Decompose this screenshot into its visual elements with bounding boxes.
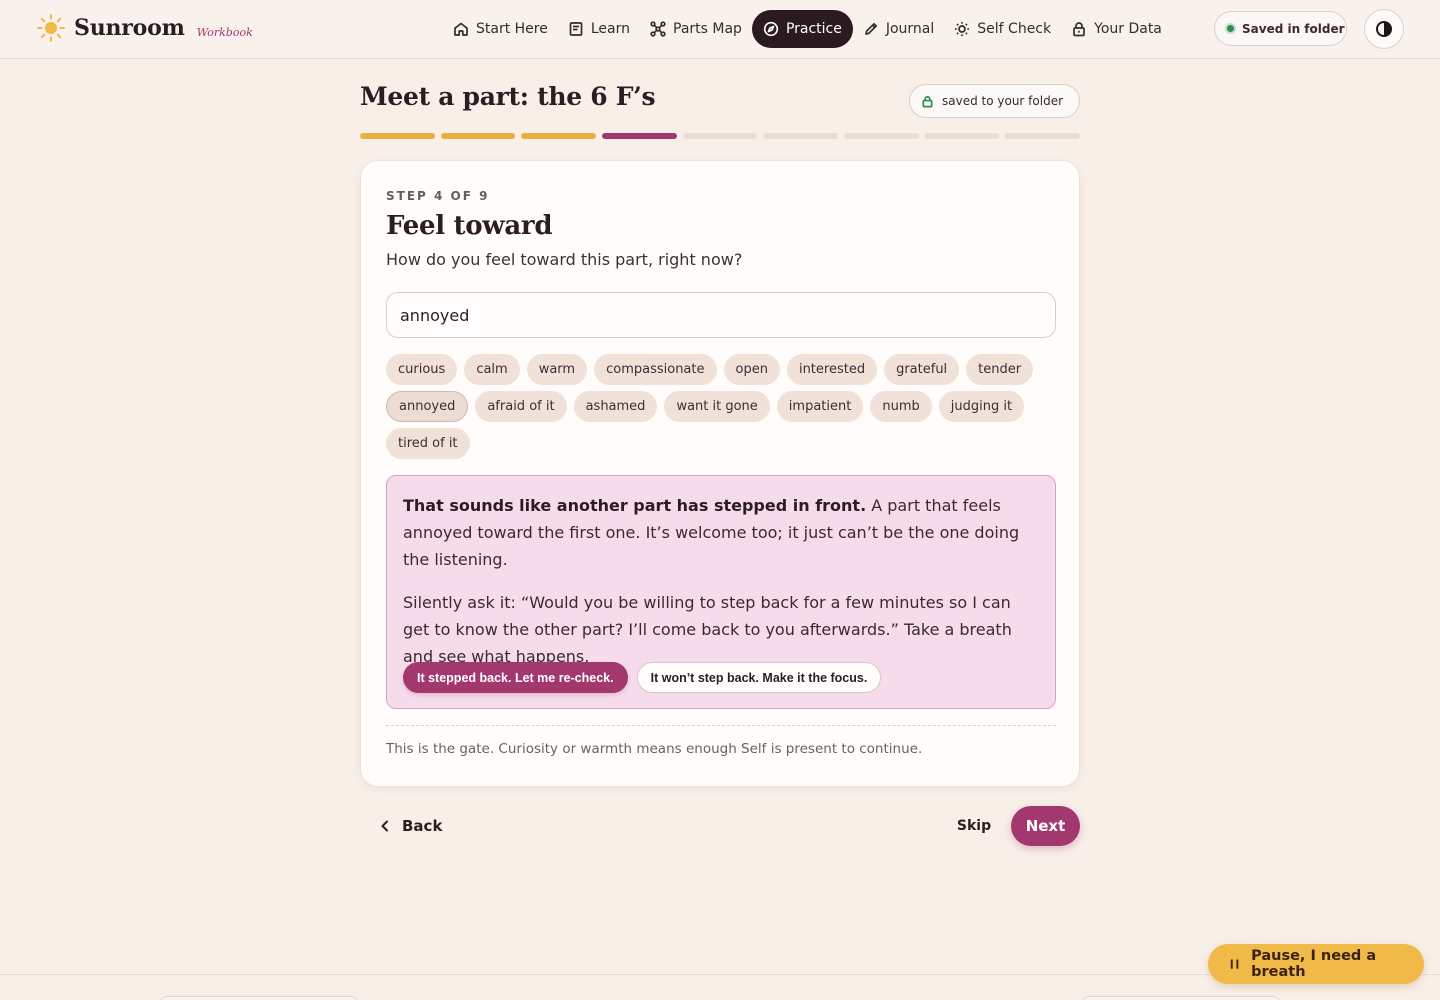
- nav-start-here[interactable]: Start Here: [443, 10, 558, 48]
- compass-icon: [763, 21, 779, 37]
- top-bar: Sunroom Workbook Start Here Learn Parts …: [0, 0, 1440, 59]
- feeling-chip[interactable]: calm: [464, 354, 520, 385]
- pencil-icon: [865, 22, 877, 35]
- progress-segment: [360, 133, 435, 139]
- chip-row: annoyed afraid of it ashamed want it gone im…: [386, 391, 1046, 422]
- nav-parts-map-label: Parts Map: [673, 21, 742, 37]
- lock-icon: [1073, 22, 1085, 37]
- feeling-chip[interactable]: annoyed: [386, 391, 469, 422]
- progress-segment: [763, 133, 838, 139]
- progress-segment: [521, 133, 596, 139]
- notice-heading: That sounds like another part has steppe…: [403, 496, 867, 515]
- contrast-icon: [1376, 21, 1392, 37]
- feeling-chip[interactable]: tender: [966, 354, 1034, 385]
- feeling-chip[interactable]: grateful: [884, 354, 960, 385]
- step-counter: STEP 4 OF 9: [386, 189, 490, 203]
- feeling-chips: curious calm warm compassionate open interest…: [386, 354, 1046, 465]
- chip-row: tired of it: [386, 428, 1046, 459]
- gate-note: This is the gate. Curiosity or warmth me…: [386, 741, 923, 757]
- feeling-chip[interactable]: afraid of it: [475, 391, 567, 422]
- feeling-chip[interactable]: judging it: [938, 391, 1025, 422]
- nav-your-data[interactable]: Your Data: [1061, 10, 1172, 48]
- page-title: Meet a part: the 6 F’s: [360, 82, 656, 111]
- step-question: How do you feel toward this part, right …: [386, 250, 743, 269]
- step-title: Feel toward: [386, 211, 553, 241]
- notice-paragraph-1: That sounds like another part has steppe…: [403, 492, 1039, 573]
- feeling-chip[interactable]: impatient: [776, 391, 864, 422]
- progress-segment: [440, 133, 516, 139]
- progress-segment: [924, 133, 1000, 139]
- feeling-chip[interactable]: curious: [386, 354, 458, 385]
- nav-practice[interactable]: Practice: [751, 10, 853, 48]
- feeling-chip[interactable]: compassionate: [594, 354, 717, 385]
- main-nav: Start Here Learn Parts Map Practice Jour…: [443, 10, 1172, 48]
- next-button[interactable]: Next: [1011, 806, 1080, 846]
- skip-button[interactable]: Skip: [952, 813, 996, 839]
- progress-segment: [844, 133, 919, 139]
- pause-label: Pause, I need a breath: [1251, 948, 1377, 980]
- footer-card: [160, 996, 358, 1000]
- notice-paragraph-2: Silently ask it: “Would you be willing t…: [403, 593, 1012, 666]
- network-icon: [650, 21, 666, 37]
- progress-segment: [602, 133, 677, 139]
- chip-row: curious calm warm compassionate open interest…: [386, 354, 1046, 385]
- brand[interactable]: Sunroom Workbook: [36, 13, 253, 43]
- blending-notice: That sounds like another part has steppe…: [386, 475, 1056, 709]
- book-icon: [569, 22, 583, 36]
- feeling-chip[interactable]: interested: [786, 354, 878, 385]
- feeling-chip[interactable]: tired of it: [386, 428, 470, 459]
- nav-learn[interactable]: Learn: [558, 10, 640, 48]
- nav-learn-label: Learn: [590, 21, 630, 37]
- brand-tag: Workbook: [196, 25, 253, 39]
- brand-name: Sunroom: [74, 15, 185, 41]
- pause-icon: [1230, 959, 1239, 969]
- feeling-chip[interactable]: warm: [526, 354, 588, 385]
- saved-status-pill[interactable]: Saved in folder: [1214, 11, 1347, 46]
- feeling-chip[interactable]: ashamed: [573, 391, 658, 422]
- saved-status-dot: [1225, 23, 1236, 34]
- progress-segment: [682, 133, 758, 139]
- nav-start-here-label: Start Here: [476, 21, 548, 37]
- nav-journal[interactable]: Journal: [853, 10, 944, 48]
- back-label: Back: [402, 817, 443, 835]
- step-progress-bar: [360, 133, 1080, 139]
- lock-icon: [922, 95, 933, 107]
- folder-status-badge: saved to your folder: [909, 84, 1080, 118]
- chevron-left-icon: [381, 820, 388, 832]
- contrast-toggle-button[interactable]: [1364, 9, 1404, 49]
- divider: [386, 725, 1056, 726]
- feeling-chip[interactable]: want it gone: [664, 391, 770, 422]
- folder-status-label: saved to your folder: [942, 94, 1064, 108]
- make-focus-button[interactable]: It won’t step back. Make it the focus.: [636, 662, 882, 693]
- notice-actions: It stepped back. Let me re-check. It won…: [403, 662, 882, 693]
- feeling-chip[interactable]: numb: [870, 391, 932, 422]
- footer-card: [1082, 996, 1280, 1000]
- pause-button[interactable]: Pause, I need a breath: [1208, 944, 1424, 984]
- nav-journal-label: Journal: [885, 21, 935, 37]
- progress-segment: [1005, 133, 1080, 139]
- stepped-back-button[interactable]: It stepped back. Let me re-check.: [403, 662, 628, 693]
- sun-logo-icon: [37, 14, 65, 42]
- sun-icon: [955, 22, 970, 36]
- nav-parts-map[interactable]: Parts Map: [640, 10, 752, 48]
- back-button[interactable]: Back: [378, 813, 442, 839]
- nav-self-check[interactable]: Self Check: [944, 10, 1061, 48]
- saved-status-label: Saved in folder: [1242, 21, 1345, 36]
- nav-self-check-label: Self Check: [977, 21, 1052, 37]
- home-icon: [454, 22, 468, 36]
- nav-practice-label: Practice: [785, 21, 842, 37]
- step-card: STEP 4 OF 9 Feel toward How do you feel …: [360, 160, 1080, 787]
- feeling-input[interactable]: [386, 292, 1056, 338]
- feeling-chip[interactable]: open: [723, 354, 780, 385]
- nav-your-data-label: Your Data: [1094, 21, 1162, 37]
